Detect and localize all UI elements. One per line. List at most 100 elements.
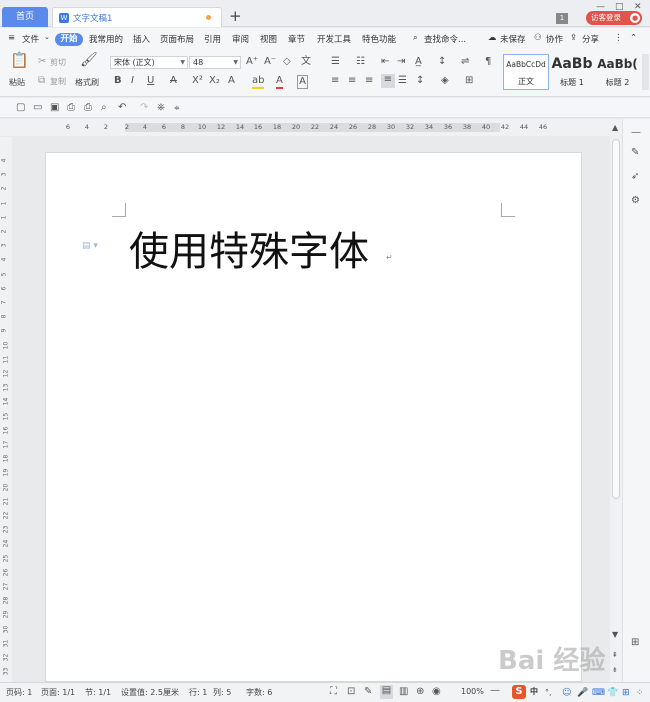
sort-icon[interactable]: ↕ — [438, 56, 446, 68]
increase-indent-icon[interactable]: ⇥ — [397, 56, 405, 68]
paste-label[interactable]: 粘贴 — [9, 77, 25, 89]
web-view-icon[interactable]: ⊕ — [416, 686, 424, 698]
paragraph-handle-icon[interactable]: ▤ ▾ — [82, 241, 98, 251]
ime-apps-icon[interactable]: ⁘ — [636, 687, 644, 699]
styles-scroll[interactable] — [642, 54, 649, 90]
chinese-layout-icon[interactable]: A̲ — [415, 56, 422, 68]
status-setting[interactable]: 设置值: 2.5厘米 — [121, 687, 179, 698]
bold-icon[interactable]: B — [114, 75, 122, 87]
format-brush-icon[interactable]: ⎈ — [157, 102, 165, 114]
decrease-indent-icon[interactable]: ⇤ — [381, 56, 389, 68]
status-word-count[interactable]: 字数: 6 — [246, 687, 272, 698]
ime-punct-icon[interactable]: °, — [545, 687, 552, 699]
shading-icon[interactable]: ◈ — [441, 75, 449, 87]
line-spacing-icon[interactable]: ↕ — [416, 75, 424, 87]
ime-logo[interactable]: S — [512, 685, 526, 699]
ime-toolbox-icon[interactable]: ⊞ — [622, 687, 630, 699]
chevron-down-icon[interactable]: ⌄ — [44, 33, 50, 41]
new-tab-button[interactable]: + — [229, 7, 242, 25]
print-icon[interactable]: ⎙ — [84, 102, 92, 114]
save-icon[interactable]: ▣ — [50, 102, 59, 114]
page-badge[interactable]: 1 — [556, 13, 568, 24]
menu-tab-view[interactable]: 视图 — [260, 33, 277, 45]
menu-tab-favorites[interactable]: 我常用的 — [89, 33, 123, 45]
clear-format-icon[interactable]: ◇ — [283, 56, 291, 68]
ime-keyboard-icon[interactable]: ⌨ — [592, 687, 605, 699]
layout-icon[interactable]: ⊡ — [347, 686, 355, 698]
menu-tab-layout[interactable]: 页面布局 — [160, 33, 194, 45]
new-doc-icon[interactable]: ▢ — [16, 102, 25, 114]
phonetic-icon[interactable]: 文 — [301, 56, 311, 68]
format-painter-label[interactable]: 格式刷 — [75, 77, 99, 89]
font-size-select[interactable]: 48 ▼ — [189, 56, 241, 69]
tab-document[interactable]: W 文字文稿1 — [52, 7, 222, 27]
style-normal[interactable]: AaBbCcDd 正文 — [503, 54, 549, 90]
menu-tab-developer[interactable]: 开发工具 — [317, 33, 351, 45]
vertical-ruler[interactable]: 4 3 2 1 1 2 3 4 5 6 7 8 9 10 11 12 13 14 15 16 17 18 19 20 21 22 2… — [0, 137, 12, 682]
prev-page-icon[interactable]: ⇞ — [612, 649, 618, 661]
document-heading[interactable]: 使用特殊字体 — [129, 219, 369, 277]
read-mode-icon[interactable]: ◉ — [432, 686, 441, 698]
scroll-up-icon[interactable]: ▲ — [612, 122, 618, 134]
grow-font-icon[interactable]: A⁺ — [246, 56, 258, 68]
italic-icon[interactable]: I — [131, 75, 134, 87]
copy-icon[interactable]: ⧉ — [38, 75, 45, 87]
menu-file[interactable]: 文件 — [22, 33, 39, 45]
pen-icon[interactable]: ✎ — [364, 686, 372, 698]
outline-view-icon[interactable]: ▥ — [399, 686, 408, 698]
menu-tab-features[interactable]: 特色功能 — [362, 33, 396, 45]
horizontal-ruler[interactable]: 6 4 2 2 4 6 8 10 12 14 16 18 20 22 24 26 28 30 32 34 36 38 40 4… — [0, 119, 610, 136]
collapse-ribbon-icon[interactable]: ⌃ — [630, 33, 637, 43]
ime-emoji-icon[interactable]: ☺ — [562, 687, 571, 699]
next-page-icon[interactable]: ⇟ — [612, 664, 618, 676]
justify-icon[interactable]: ≡ — [381, 74, 395, 88]
more-icon[interactable]: ⋮ — [614, 33, 623, 43]
ime-mode[interactable]: 中 — [530, 686, 538, 697]
document-page[interactable]: ▤ ▾ 使用特殊字体 ↵ — [45, 152, 582, 682]
copy-label[interactable]: 复制 — [50, 76, 66, 88]
fullscreen-icon[interactable]: ⛶ — [330, 686, 337, 698]
export-pdf-icon[interactable]: ⎙ — [67, 102, 75, 114]
align-left-icon[interactable]: ≡ — [331, 75, 339, 87]
cut-label[interactable]: 剪切 — [50, 57, 66, 69]
open-icon[interactable]: ▭ — [33, 102, 42, 114]
distribute-icon[interactable]: ☰ — [398, 75, 407, 87]
menu-tab-references[interactable]: 引用 — [204, 33, 221, 45]
paste-icon[interactable]: 📋 — [10, 53, 29, 68]
apps-grid-icon[interactable]: ⊞ — [631, 637, 639, 649]
scroll-down-icon[interactable]: ▼ — [612, 629, 618, 641]
char-border-icon[interactable]: A — [297, 75, 308, 89]
share-button[interactable]: 分享 — [582, 33, 599, 45]
format-painter-icon[interactable]: 🖌 — [80, 53, 98, 67]
underline-icon[interactable]: U — [147, 75, 154, 87]
select-cursor-icon[interactable]: ➶ — [631, 171, 639, 183]
tab-home[interactable]: 首页 — [2, 7, 48, 27]
zoom-level[interactable]: 100% — [461, 687, 484, 696]
paragraph-mark-icon[interactable]: ¶ — [485, 56, 491, 68]
cut-icon[interactable]: ✂ — [38, 56, 46, 68]
show-marks-icon[interactable]: ⇌ — [461, 56, 469, 68]
align-right-icon[interactable]: ≡ — [365, 75, 373, 87]
status-section[interactable]: 节: 1/1 — [85, 687, 111, 698]
bullets-icon[interactable]: ☰ — [331, 56, 340, 68]
status-row[interactable]: 行: 1 — [189, 687, 207, 698]
borders-icon[interactable]: ⊞ — [465, 75, 473, 87]
ime-skin-icon[interactable]: 👕 — [607, 687, 618, 699]
zoom-out-icon[interactable]: — — [490, 685, 500, 697]
style-heading1[interactable]: AaBb 标题 1 — [550, 54, 594, 90]
scroll-thumb[interactable] — [612, 139, 620, 499]
ime-mic-icon[interactable]: 🎤 — [577, 687, 588, 699]
settings-sliders-icon[interactable]: ⚙ — [631, 195, 640, 207]
menu-tab-review[interactable]: 审阅 — [232, 33, 249, 45]
numbering-icon[interactable]: ☷ — [356, 56, 365, 68]
shrink-font-icon[interactable]: A⁻ — [264, 56, 276, 68]
undo-icon[interactable]: ↶ — [118, 102, 126, 114]
font-name-select[interactable]: 宋体 (正文) ▼ — [110, 56, 188, 69]
hamburger-icon[interactable]: ≡ — [8, 33, 15, 43]
text-effect-icon[interactable]: A — [228, 75, 235, 87]
superscript-icon[interactable]: X² — [192, 75, 203, 87]
status-page-number[interactable]: 页码: 1 — [6, 687, 32, 698]
align-center-icon[interactable]: ≡ — [348, 75, 356, 87]
menu-tab-chapter[interactable]: 章节 — [288, 33, 305, 45]
highlight-icon[interactable]: ab — [252, 75, 265, 89]
